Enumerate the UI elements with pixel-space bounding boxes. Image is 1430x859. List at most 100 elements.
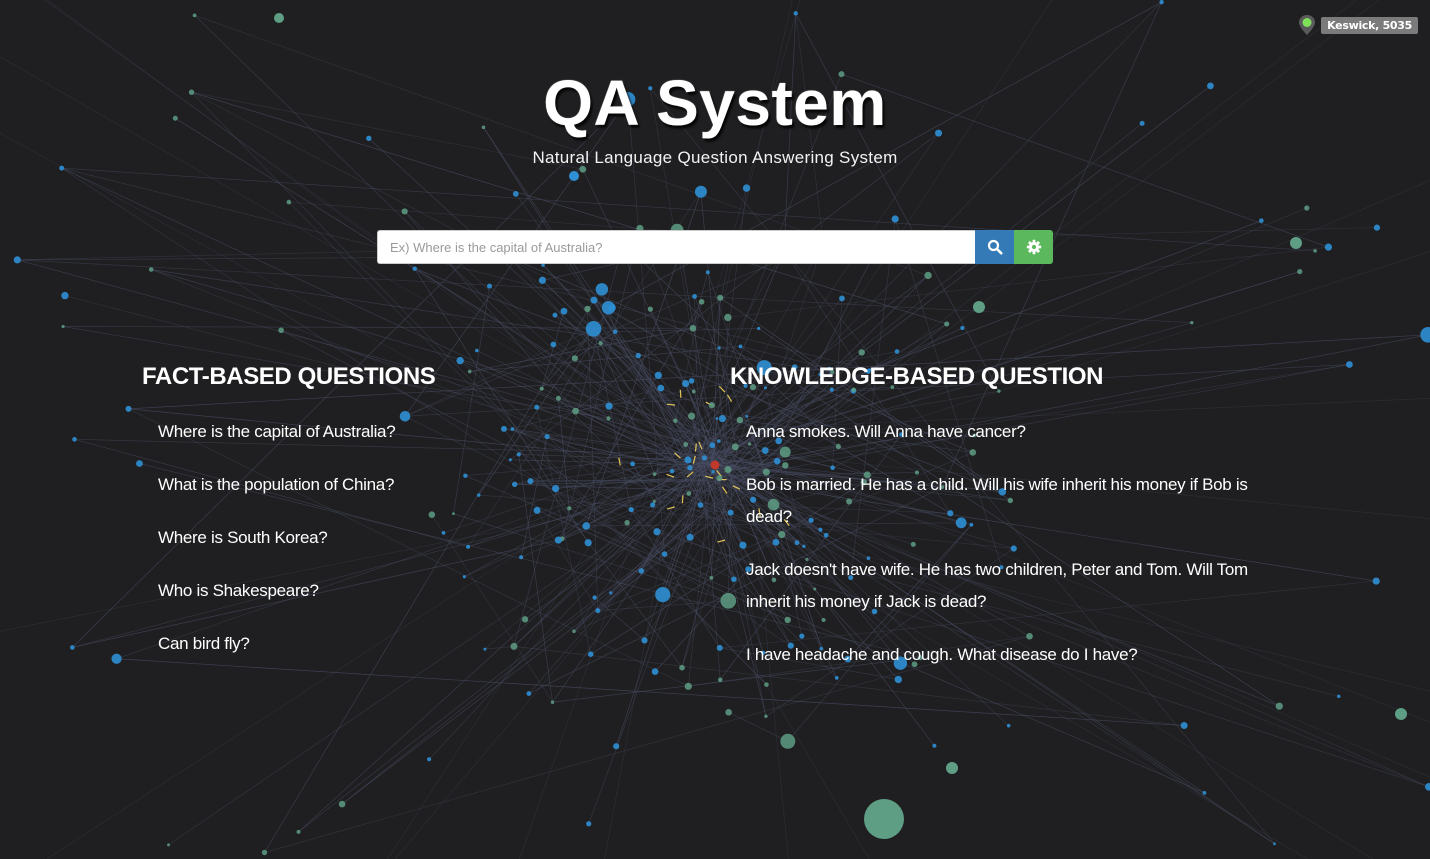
graph-node xyxy=(679,664,685,671)
graph-node xyxy=(278,327,284,334)
knowledge-based-question-title: KNOWLEDGE-BASED QUESTION xyxy=(730,363,1104,390)
fact-question-item[interactable]: Can bird fly? xyxy=(158,628,578,660)
graph-node xyxy=(1345,361,1353,368)
graph-node xyxy=(686,533,694,541)
graph-node xyxy=(725,709,732,716)
graph-node xyxy=(13,256,21,264)
search-input[interactable] xyxy=(377,230,975,264)
graph-node xyxy=(705,270,710,275)
graph-node xyxy=(647,306,653,312)
page: Keswick, 5035 QA System Natural Language… xyxy=(0,0,1430,859)
graph-node xyxy=(738,344,743,349)
settings-button[interactable] xyxy=(1014,230,1053,264)
graph-node xyxy=(635,352,641,359)
graph-node xyxy=(584,539,592,547)
graph-node xyxy=(717,346,721,350)
graph-node xyxy=(839,295,845,302)
graph-node xyxy=(296,829,301,834)
graph-node xyxy=(708,402,715,409)
graph-node xyxy=(731,443,739,451)
knowledge-question-item[interactable]: Jack doesn't have wife. He has two child… xyxy=(746,554,1276,618)
graph-node xyxy=(731,576,737,583)
graph-node xyxy=(1180,722,1188,730)
graph-node xyxy=(718,414,727,423)
graph-node xyxy=(650,502,656,508)
graph-node xyxy=(61,291,69,300)
graph-node xyxy=(512,190,519,197)
knowledge-question-list: Anna smokes. Will Anna have cancer? Bob … xyxy=(746,416,1276,692)
graph-node xyxy=(61,324,65,329)
graph-node xyxy=(960,325,965,331)
graph-node xyxy=(944,321,950,327)
graph-node xyxy=(710,460,720,470)
graph-node xyxy=(585,321,602,337)
fact-question-item[interactable]: Where is the capital of Australia? xyxy=(158,416,578,448)
graph-node xyxy=(724,313,732,322)
graph-link-highlight xyxy=(718,385,726,393)
graph-node xyxy=(973,301,985,313)
graph-node xyxy=(711,470,715,474)
graph-link-highlight xyxy=(694,443,697,452)
knowledge-question-item[interactable]: Bob is married. He has a child. Will his… xyxy=(746,469,1276,533)
graph-node xyxy=(555,395,561,401)
graph-node xyxy=(793,11,798,16)
graph-node xyxy=(655,587,671,603)
graph-node xyxy=(467,369,472,374)
graph-node xyxy=(727,509,734,516)
gear-icon xyxy=(1026,239,1041,255)
graph-node xyxy=(681,379,690,388)
graph-node xyxy=(1304,205,1310,211)
graph-node xyxy=(1006,723,1011,728)
search-button[interactable] xyxy=(975,230,1014,264)
graph-node xyxy=(606,416,611,421)
graph-node xyxy=(864,799,904,839)
graph-node xyxy=(720,593,737,609)
graph-node xyxy=(550,700,555,704)
graph-node xyxy=(595,283,609,296)
graph-node xyxy=(534,404,540,410)
graph-node xyxy=(697,502,704,508)
graph-node xyxy=(475,348,479,353)
fact-question-item[interactable]: Where is South Korea? xyxy=(158,522,578,554)
graph-link xyxy=(731,123,1143,453)
graph-node xyxy=(584,305,591,313)
graph-node xyxy=(701,455,707,461)
graph-node xyxy=(586,821,592,827)
graph-node xyxy=(1275,702,1283,710)
graph-node xyxy=(1313,248,1317,253)
graph-link-highlight xyxy=(618,457,621,466)
knowledge-question-item[interactable]: I have headache and cough. What disease … xyxy=(746,639,1276,671)
graph-node xyxy=(724,466,732,474)
graph-node xyxy=(736,416,744,424)
graph-node xyxy=(684,682,692,690)
graph-node xyxy=(946,762,958,774)
search-bar xyxy=(377,230,1053,264)
graph-node xyxy=(125,405,132,412)
graph-node xyxy=(717,439,721,443)
graph-node xyxy=(1159,0,1164,5)
graph-node xyxy=(613,329,618,334)
graph-node xyxy=(148,267,154,272)
graph-node xyxy=(1425,783,1430,791)
graph-node xyxy=(70,645,75,650)
graph-node xyxy=(694,185,707,198)
graph-node xyxy=(709,575,714,580)
location-badge: Keswick, 5035 xyxy=(1297,14,1418,36)
graph-node xyxy=(560,307,568,315)
graph-node xyxy=(638,568,645,574)
fact-question-item[interactable]: Who is Shakespeare? xyxy=(158,575,578,607)
knowledge-question-item[interactable]: Anna smokes. Will Anna have cancer? xyxy=(746,416,1276,448)
graph-node xyxy=(630,461,635,467)
graph-node xyxy=(692,294,697,299)
graph-node xyxy=(136,460,143,467)
fact-question-item[interactable]: What is the population of China? xyxy=(158,469,578,501)
graph-node xyxy=(894,349,900,354)
graph-node xyxy=(652,499,656,503)
graph-node xyxy=(628,507,634,513)
graph-node xyxy=(401,208,408,215)
fact-question-list: Where is the capital of Australia? What … xyxy=(158,416,578,681)
graph-node xyxy=(717,294,724,301)
graph-node xyxy=(688,378,695,384)
graph-node xyxy=(550,341,557,348)
graph-node xyxy=(571,355,578,362)
